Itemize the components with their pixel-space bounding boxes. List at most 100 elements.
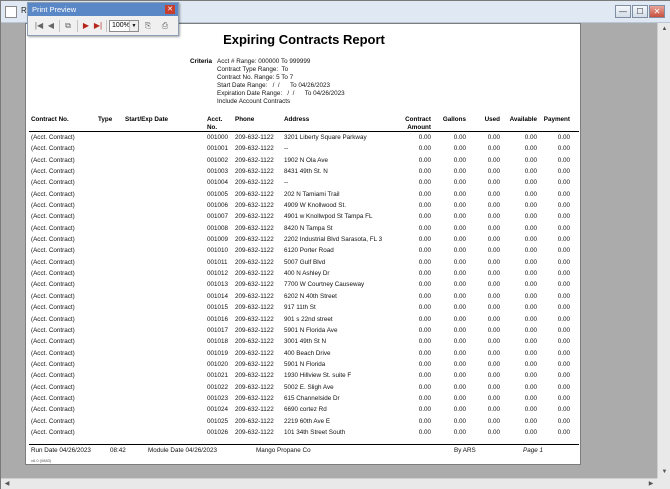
- prev-page-icon[interactable]: ◀: [45, 20, 57, 32]
- cell-available: 0.00: [524, 202, 537, 210]
- cell-available: 0.00: [524, 292, 537, 300]
- scroll-left-icon[interactable]: ◀: [1, 479, 13, 489]
- header-gallons: Gallons: [442, 116, 466, 123]
- cell-address: 202 N Tamiami Trail: [284, 190, 340, 198]
- cell-available: 0.00: [524, 213, 537, 221]
- print-preview-title: Print Preview: [28, 3, 178, 16]
- cell-gallons: 0.00: [453, 326, 466, 334]
- cell-available: 0.00: [524, 168, 537, 176]
- chevron-down-icon[interactable]: ▼: [129, 21, 138, 31]
- cell-gallons: 0.00: [453, 315, 466, 323]
- cell-contract-no: (Acct. Contract): [31, 417, 75, 425]
- cell-phone: 209-632-1122: [235, 292, 274, 300]
- copy-icon[interactable]: ⧉: [62, 20, 74, 32]
- cell-contract-no: (Acct. Contract): [31, 270, 75, 278]
- report-page: Expiring Contracts Report Criteria Acct …: [25, 23, 581, 465]
- header-start-exp-date: Start/Exp Date: [125, 116, 169, 123]
- export-icon[interactable]: ⎘: [142, 20, 154, 32]
- cell-acct-no: 001007: [207, 213, 229, 221]
- close-window-button[interactable]: ✕: [649, 5, 665, 18]
- cell-contract-no: (Acct. Contract): [31, 372, 75, 380]
- cell-acct-no: 001008: [207, 224, 229, 232]
- cell-payment: 0.00: [557, 134, 570, 141]
- cell-contract-amount: 0.00: [418, 281, 431, 289]
- cell-phone: 209-632-1122: [235, 179, 274, 187]
- cell-phone: 209-632-1122: [235, 145, 274, 153]
- cell-available: 0.00: [524, 224, 537, 232]
- cell-used: 0.00: [487, 315, 500, 323]
- cell-contract-no: (Acct. Contract): [31, 349, 75, 357]
- header-used: Used: [484, 116, 500, 123]
- criteria-acct-range: Acct # Range: 000000 To 999999: [217, 58, 311, 65]
- zoom-select[interactable]: 100% ▼: [109, 20, 139, 32]
- table-row: (Acct. Contract) 001006 209-632-1122 4909 W…: [26, 200, 582, 211]
- print-icon[interactable]: ⎙: [159, 20, 171, 32]
- table-row: (Acct. Contract) 001009 209-632-1122 2202 I…: [26, 234, 582, 245]
- scroll-right-icon[interactable]: ▶: [645, 479, 657, 489]
- print-preview-close-button[interactable]: ✕: [165, 5, 175, 14]
- cell-used: 0.00: [487, 406, 500, 414]
- header-contract-amount-line1: Contract: [405, 116, 431, 123]
- header-payment: Payment: [543, 116, 570, 123]
- cell-contract-no: (Acct. Contract): [31, 326, 75, 334]
- minimize-button[interactable]: —: [615, 5, 631, 18]
- cell-phone: 209-632-1122: [235, 134, 274, 141]
- vertical-scrollbar[interactable]: ▲ ▼: [657, 23, 670, 478]
- last-page-icon[interactable]: ▶|: [92, 20, 104, 32]
- criteria-contract-type-range: Contract Type Range: To: [217, 66, 289, 73]
- cell-phone: 209-632-1122: [235, 258, 274, 266]
- cell-contract-amount: 0.00: [418, 247, 431, 255]
- table-row: (Acct. Contract) 001016 209-632-1122 901 s …: [26, 314, 582, 325]
- table-row: (Acct. Contract) 001017 209-632-1122 5901 N…: [26, 325, 582, 336]
- cell-payment: 0.00: [557, 360, 570, 368]
- cell-contract-no: (Acct. Contract): [31, 213, 75, 221]
- cell-available: 0.00: [524, 338, 537, 346]
- cell-acct-no: 001018: [207, 338, 229, 346]
- cell-payment: 0.00: [557, 224, 570, 232]
- cell-address: 400 N Ashley Dr: [284, 270, 330, 278]
- cell-available: 0.00: [524, 281, 537, 289]
- criteria-contract-no-range: Contract No. Range: 5 To 7: [217, 74, 294, 81]
- cell-payment: 0.00: [557, 304, 570, 312]
- cell-gallons: 0.00: [453, 372, 466, 380]
- cell-address: --: [284, 145, 289, 153]
- cell-gallons: 0.00: [453, 394, 466, 402]
- cell-used: 0.00: [487, 417, 500, 425]
- cell-address: 5002 E. Sligh Ave: [284, 383, 334, 391]
- cell-used: 0.00: [487, 202, 500, 210]
- cell-acct-no: 001000: [207, 134, 229, 141]
- cell-address: 8431 49th St. N: [284, 168, 328, 176]
- cell-phone: 209-632-1122: [235, 213, 274, 221]
- next-page-icon[interactable]: ▶: [80, 20, 92, 32]
- table-row: (Acct. Contract) 001011 209-632-1122 5007 G…: [26, 257, 582, 268]
- footer-module-date: Module Date 04/26/2023: [148, 447, 217, 454]
- cell-contract-no: (Acct. Contract): [31, 338, 75, 346]
- table-row: (Acct. Contract) 001012 209-632-1122 400 N …: [26, 268, 582, 279]
- cell-contract-no: (Acct. Contract): [31, 224, 75, 232]
- scroll-up-icon[interactable]: ▲: [658, 23, 670, 35]
- cell-contract-no: (Acct. Contract): [31, 281, 75, 289]
- scroll-down-icon[interactable]: ▼: [658, 466, 670, 478]
- app-icon: [5, 6, 17, 18]
- table-row: (Acct. Contract) 001014 209-632-1122 6202 N…: [26, 291, 582, 302]
- cell-contract-no: (Acct. Contract): [31, 315, 75, 323]
- cell-available: 0.00: [524, 372, 537, 380]
- cell-contract-no: (Acct. Contract): [31, 156, 75, 164]
- cell-contract-amount: 0.00: [418, 315, 431, 323]
- cell-available: 0.00: [524, 315, 537, 323]
- cell-payment: 0.00: [557, 428, 570, 436]
- cell-payment: 0.00: [557, 281, 570, 289]
- cell-payment: 0.00: [557, 394, 570, 402]
- cell-address: 917 11th St: [284, 304, 316, 312]
- cell-contract-amount: 0.00: [418, 338, 431, 346]
- cell-phone: 209-632-1122: [235, 281, 274, 289]
- cell-payment: 0.00: [557, 406, 570, 414]
- first-page-icon[interactable]: |◀: [33, 20, 45, 32]
- horizontal-scrollbar[interactable]: ◀ ▶: [1, 478, 657, 489]
- cell-contract-amount: 0.00: [418, 213, 431, 221]
- cell-phone: 209-632-1122: [235, 372, 274, 380]
- maximize-button[interactable]: ☐: [632, 5, 648, 18]
- cell-gallons: 0.00: [453, 406, 466, 414]
- criteria-include-account: Include Account Contracts: [217, 98, 291, 105]
- cell-available: 0.00: [524, 406, 537, 414]
